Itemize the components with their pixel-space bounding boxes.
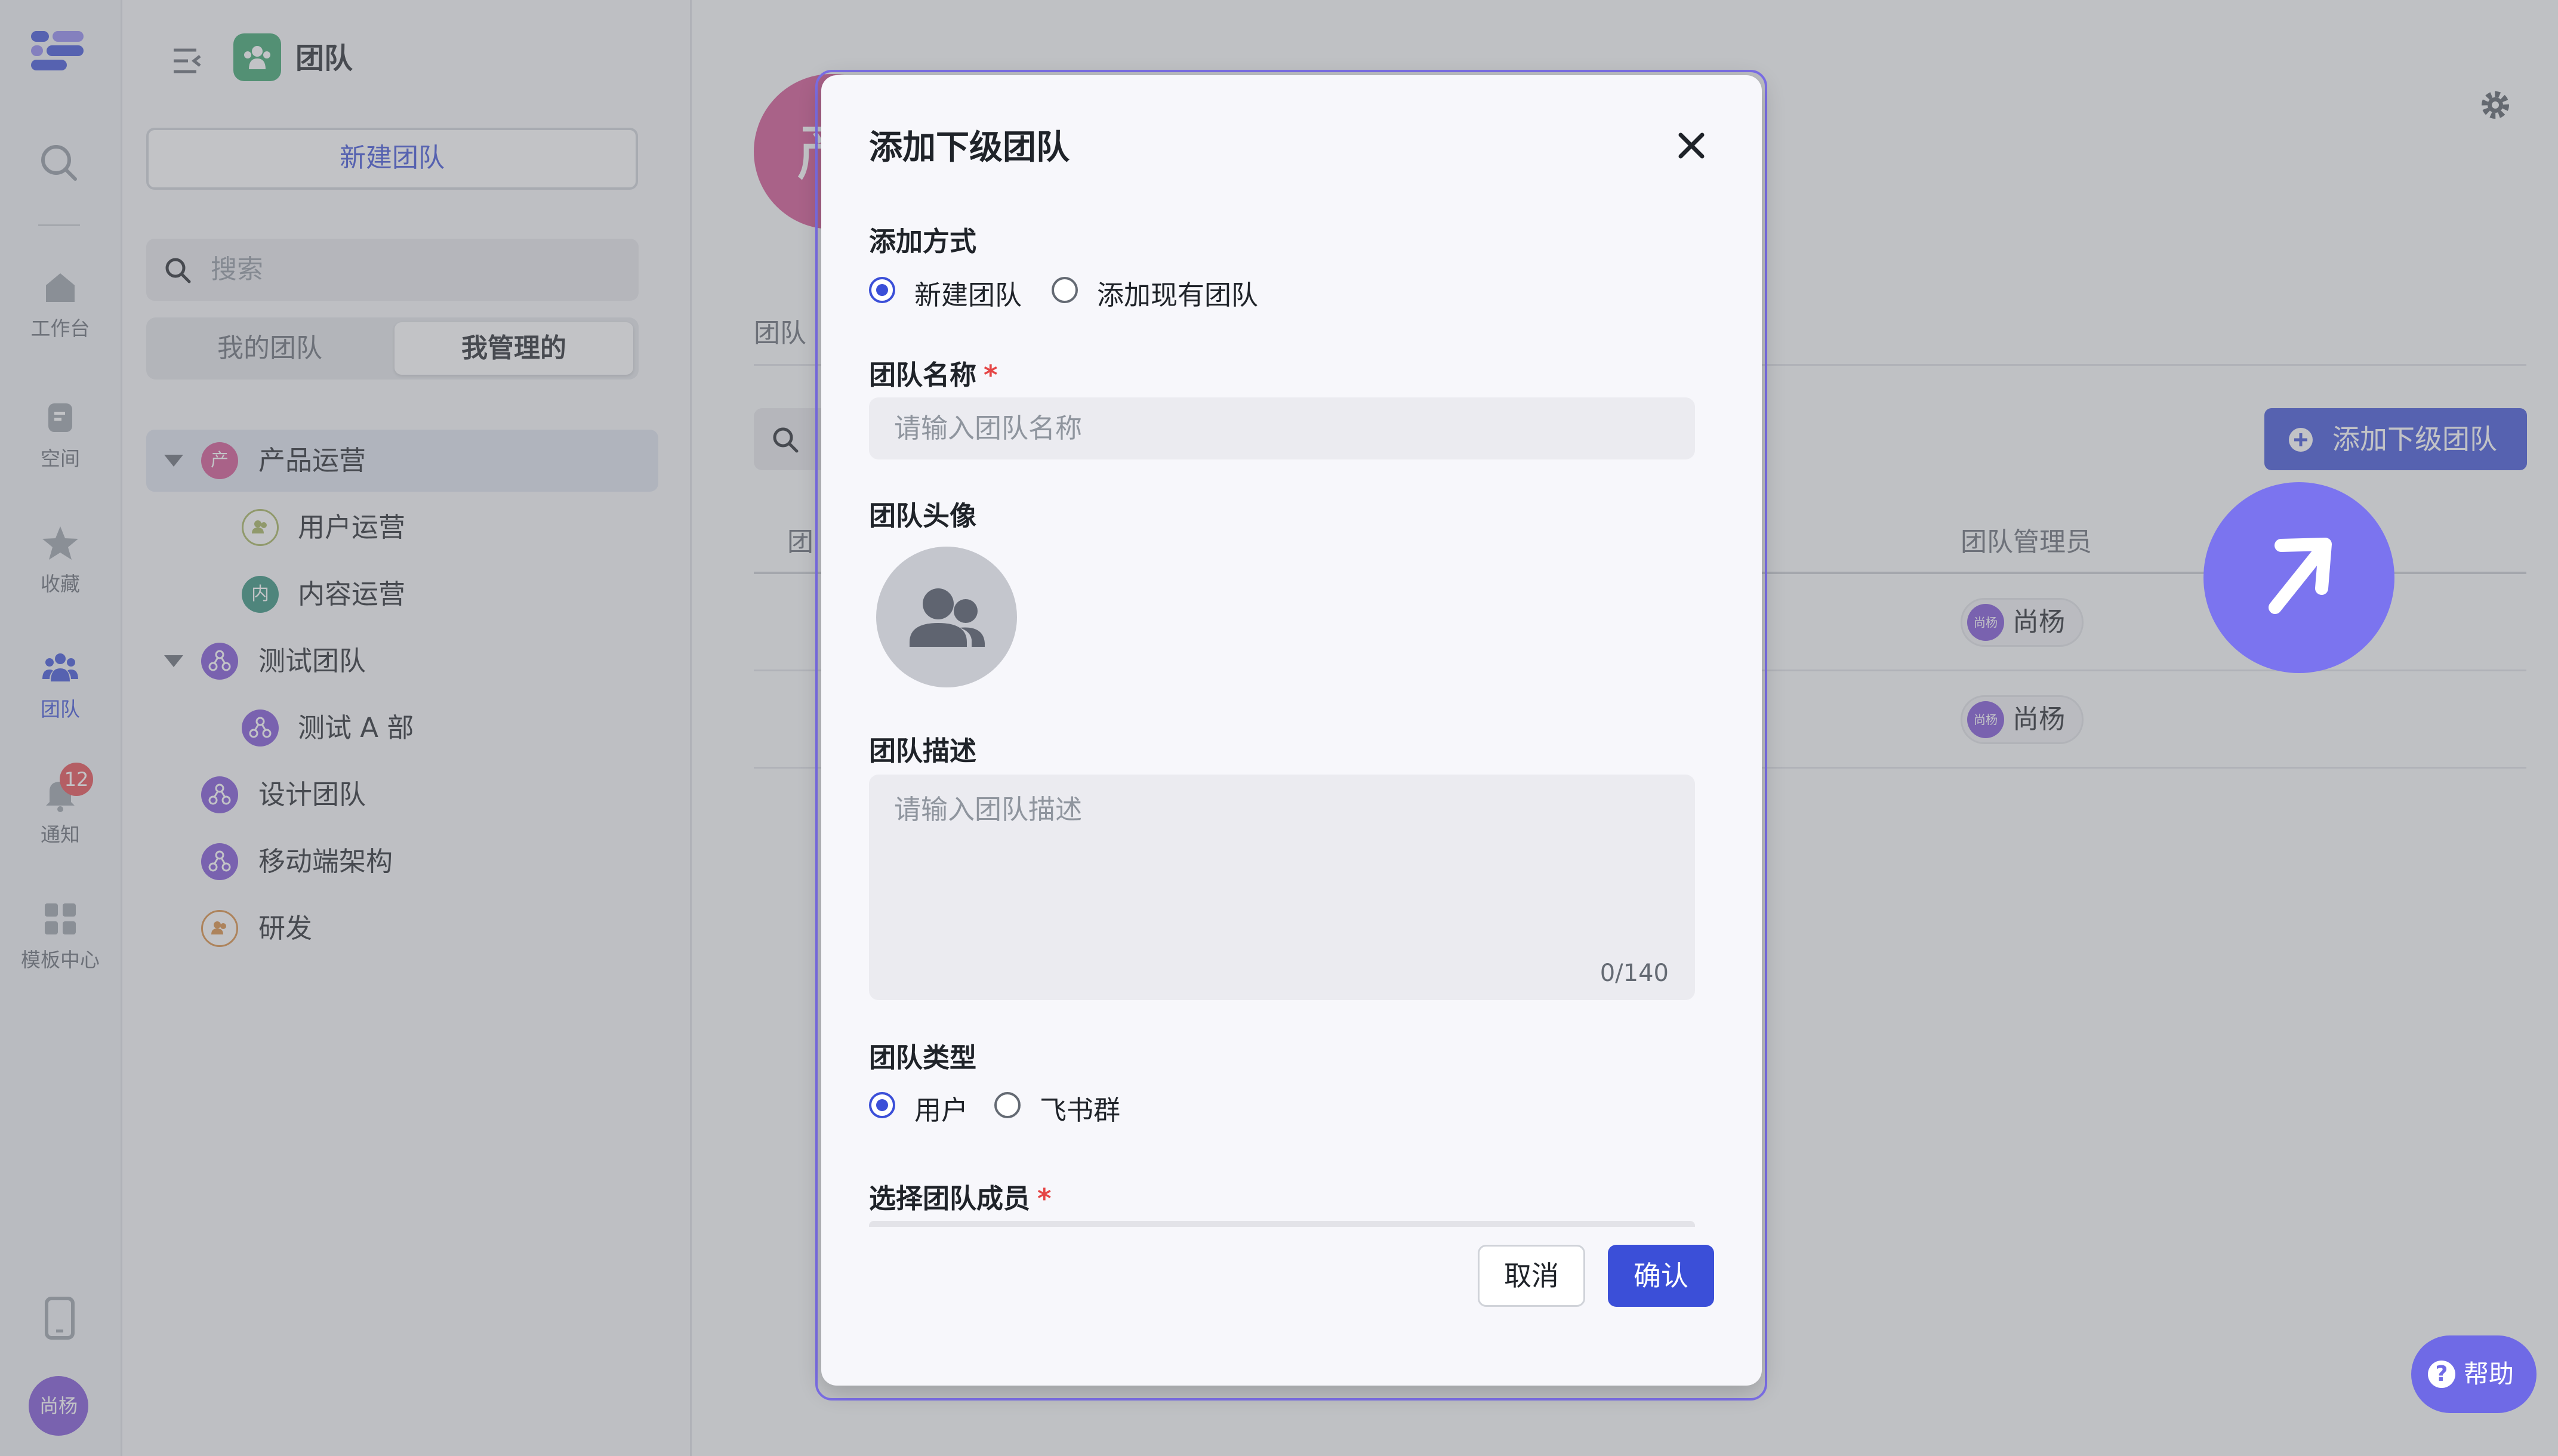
radio-existing-team[interactable] [1052, 277, 1078, 303]
select-members-label: 选择团队成员 * [869, 1177, 1052, 1216]
radio-type-user[interactable] [869, 1092, 895, 1118]
radio-type-feishu-group-label[interactable]: 飞书群 [1040, 1088, 1120, 1127]
tutorial-arrow-icon [2203, 482, 2394, 673]
team-type-label: 团队类型 [869, 1042, 977, 1074]
team-desc-textarea[interactable]: 请输入团队描述 0/140 [869, 775, 1695, 1000]
team-name-label-text: 团队名称 [869, 359, 977, 391]
add-sub-team-dialog: 添加下级团队 添加方式 新建团队 添加现有团队 团队名称 * 请输入团队名称 团队… [821, 75, 1762, 1386]
team-name-label: 团队名称 * [869, 353, 998, 392]
close-icon[interactable] [1675, 129, 1708, 162]
required-mark: * [984, 359, 998, 391]
radio-new-team-label[interactable]: 新建团队 [914, 273, 1022, 312]
team-desc-label: 团队描述 [869, 735, 977, 767]
radio-type-feishu-group[interactable] [994, 1092, 1021, 1118]
team-avatar-upload[interactable] [876, 547, 1017, 687]
radio-existing-team-label[interactable]: 添加现有团队 [1097, 273, 1258, 312]
radio-type-user-label[interactable]: 用户 [914, 1088, 968, 1127]
confirm-button[interactable]: 确认 [1608, 1245, 1714, 1307]
select-members-label-text: 选择团队成员 [869, 1183, 1031, 1214]
help-icon: ? [2428, 1361, 2455, 1388]
radio-new-team[interactable] [869, 277, 895, 303]
members-field-edge[interactable] [869, 1221, 1695, 1227]
cancel-button[interactable]: 取消 [1478, 1245, 1585, 1307]
dialog-title: 添加下级团队 [869, 128, 1070, 167]
help-button[interactable]: ? 帮助 [2411, 1335, 2537, 1413]
team-desc-placeholder: 请输入团队描述 [894, 794, 1083, 825]
help-label: 帮助 [2464, 1359, 2514, 1389]
add-method-label: 添加方式 [869, 226, 977, 257]
group-avatar-icon [910, 588, 985, 647]
required-mark: * [1037, 1183, 1052, 1214]
team-name-placeholder: 请输入团队名称 [894, 412, 1083, 444]
char-counter: 0/140 [1599, 960, 1669, 987]
team-avatar-label: 团队头像 [869, 500, 977, 532]
team-name-input[interactable]: 请输入团队名称 [869, 397, 1695, 459]
